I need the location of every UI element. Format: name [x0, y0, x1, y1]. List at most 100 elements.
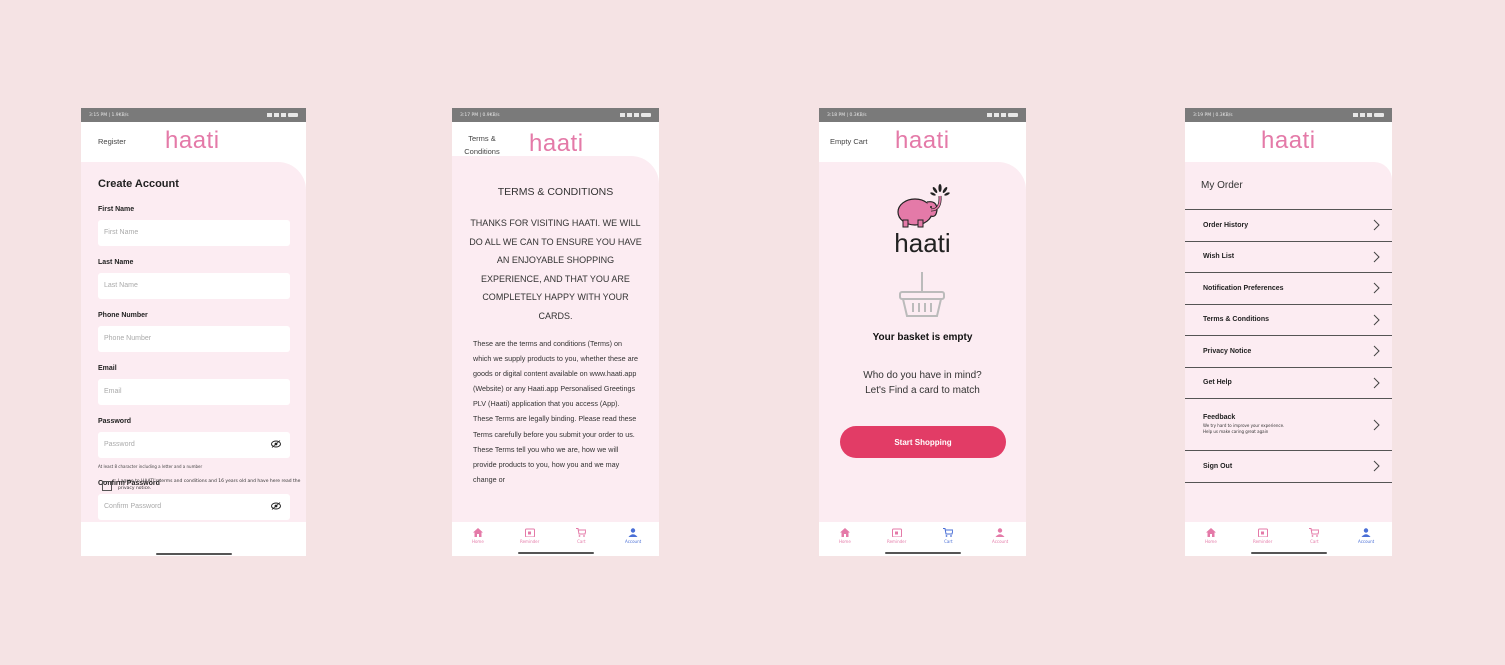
menu-item-notification-preferences[interactable]: Notification Preferences — [1185, 273, 1392, 305]
my-order-screen: 3:19 PM | 0.3KB/s haati My Order Order H… — [1185, 108, 1392, 556]
phone-field[interactable]: Phone Number — [98, 326, 290, 352]
header-label: Terms & Conditions — [462, 132, 502, 158]
menu-item-wish-list[interactable]: Wish List — [1185, 242, 1392, 273]
confirm-password-placeholder: Confirm Password — [104, 503, 162, 510]
eye-icon[interactable] — [271, 440, 281, 448]
subtitle-line2: Let's Find a card to match — [865, 385, 980, 396]
nav-cart-label: Cart — [944, 539, 953, 544]
feedback-subtext: We try hard to improve your experience. H… — [1203, 423, 1392, 436]
nav-reminder[interactable]: Reminder — [510, 528, 550, 544]
menu-item-label: Feedback — [1203, 413, 1236, 421]
phone-label: Phone Number — [98, 312, 148, 319]
start-shopping-button[interactable]: Start Shopping — [840, 426, 1006, 458]
menu-item-label: Wish List — [1203, 253, 1235, 261]
header-label: Empty Cart — [830, 137, 868, 146]
last-name-field[interactable]: Last Name — [98, 273, 290, 299]
cart-icon — [943, 528, 954, 537]
cart-icon — [576, 528, 587, 537]
password-field[interactable]: Password — [98, 432, 290, 458]
nav-account[interactable]: Account — [1346, 528, 1386, 544]
nav-account-label: Account — [1358, 539, 1375, 544]
password-hint: At least 8 character including a letter … — [98, 464, 203, 469]
haati-logo: haati — [529, 130, 584, 157]
menu-item-label: Terms & Conditions — [1203, 316, 1269, 324]
nav-cart[interactable]: Cart — [1294, 528, 1334, 544]
page-title: My Order — [1201, 180, 1243, 191]
feedback-sub-line1: We try hard to improve your experience. — [1203, 422, 1285, 428]
header-label-line2: Conditions — [464, 147, 500, 156]
password-label: Password — [98, 418, 132, 425]
bottom-nav: Home Reminder Cart Account — [452, 522, 659, 556]
home-icon — [472, 528, 483, 537]
header-label-line1: Terms & — [468, 134, 496, 143]
header: Empty Cart haati — [819, 122, 1026, 162]
cart-icon — [1309, 528, 1320, 537]
first-name-field[interactable]: First Name — [98, 220, 290, 246]
feedback-sub-line2: Help us make caring great again — [1203, 429, 1269, 434]
menu-item-feedback[interactable]: Feedback We try hard to improve your exp… — [1185, 399, 1392, 451]
order-menu: My Order Order History Wish List Notific… — [1185, 162, 1392, 522]
haati-logo-large: haati — [894, 228, 951, 258]
calendar-icon — [891, 528, 902, 537]
nav-home-label: Home — [471, 539, 484, 544]
home-indicator — [517, 552, 594, 554]
nav-cart[interactable]: Cart — [928, 528, 968, 544]
nav-account[interactable]: Account — [613, 528, 653, 544]
chevron-right-icon — [1373, 219, 1380, 231]
nav-account-label: Account — [625, 539, 642, 544]
chevron-right-icon — [1373, 345, 1380, 357]
status-bar: 3:17 PM | 0.9KB/s — [452, 108, 659, 122]
nav-reminder-label: Reminder — [1253, 539, 1273, 544]
menu-item-terms-conditions[interactable]: Terms & Conditions — [1185, 305, 1392, 336]
menu-item-privacy-notice[interactable]: Privacy Notice — [1185, 336, 1392, 368]
status-bar: 3:18 PM | 0.3KB/s — [819, 108, 1026, 122]
chevron-right-icon — [1373, 460, 1380, 472]
header-label: Register — [98, 137, 126, 146]
chevron-right-icon — [1373, 377, 1380, 389]
nav-reminder[interactable]: Reminder — [1243, 528, 1283, 544]
last-name-label: Last Name — [98, 259, 134, 266]
nav-home[interactable]: Home — [458, 528, 498, 544]
menu-item-sign-out[interactable]: Sign Out — [1185, 451, 1392, 483]
chevron-right-icon — [1373, 419, 1380, 430]
home-indicator — [884, 552, 961, 554]
empty-cart-content: haati Your basket is empty Who do you ha… — [819, 162, 1026, 522]
menu-item-order-history[interactable]: Order History — [1185, 210, 1392, 242]
agree-checkbox[interactable] — [102, 481, 112, 491]
menu-item-get-help[interactable]: Get Help — [1185, 368, 1392, 399]
nav-home[interactable]: Home — [825, 528, 865, 544]
terms-screen: 3:17 PM | 0.9KB/s Terms & Conditions haa… — [452, 108, 659, 556]
subtitle-line1: Who do you have in mind? — [863, 370, 982, 381]
chevron-right-icon — [1373, 251, 1380, 263]
haati-logo: haati — [165, 127, 220, 154]
password-placeholder: Password — [104, 441, 135, 448]
register-form: Create Account First Name First Name Las… — [81, 162, 306, 522]
haati-logo: haati — [895, 127, 950, 154]
empty-cart-screen: 3:18 PM | 0.3KB/s Empty Cart haati haati… — [819, 108, 1026, 556]
status-time: 3:15 PM | 1.9KB/s — [89, 112, 129, 118]
nav-reminder-label: Reminder — [520, 539, 540, 544]
terms-content[interactable]: TERMS & CONDITIONS THANKS FOR VISITING H… — [452, 156, 659, 522]
register-screen: 3:15 PM | 1.9KB/s Register haati Create … — [81, 108, 306, 556]
email-field[interactable]: Email — [98, 379, 290, 405]
elephant-mascot-icon — [897, 184, 950, 228]
confirm-password-field[interactable]: Confirm Password — [98, 494, 290, 520]
nav-home-label: Home — [1204, 539, 1217, 544]
home-icon — [1205, 528, 1216, 537]
home-indicator — [1250, 552, 1327, 554]
eye-icon[interactable] — [271, 502, 281, 510]
home-icon — [839, 528, 850, 537]
empty-basket-subtitle: Who do you have in mind? Let's Find a ca… — [819, 368, 1026, 398]
calendar-icon — [1257, 528, 1268, 537]
nav-cart[interactable]: Cart — [561, 528, 601, 544]
menu-item-label: Get Help — [1203, 379, 1232, 387]
nav-account[interactable]: Account — [980, 528, 1020, 544]
email-label: Email — [98, 365, 117, 372]
page-title: Create Account — [98, 178, 179, 190]
status-icons — [620, 113, 651, 117]
nav-reminder[interactable]: Reminder — [877, 528, 917, 544]
first-name-label: First Name — [98, 206, 135, 213]
agree-terms: I agree to HAATI's terms and conditions … — [102, 478, 302, 492]
nav-home[interactable]: Home — [1191, 528, 1231, 544]
basket-icon — [899, 272, 945, 317]
